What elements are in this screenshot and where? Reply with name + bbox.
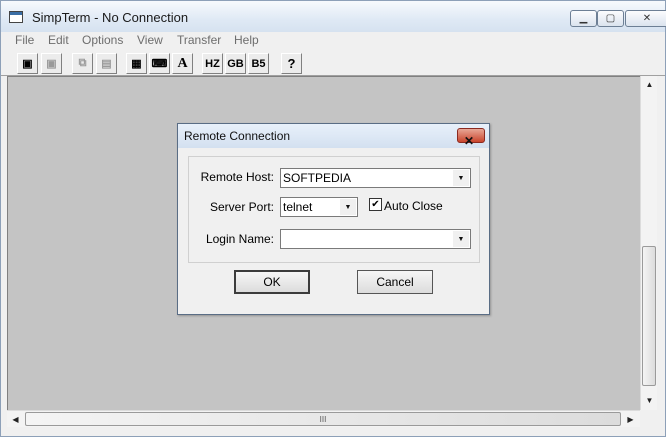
connect-button[interactable]: ▣ [17,53,38,74]
chevron-down-icon[interactable]: ▼ [453,170,469,186]
menu-edit[interactable]: Edit [48,33,69,47]
scroll-right-arrow-icon[interactable]: ▶ [622,411,639,428]
remote-host-label: Remote Host: [200,170,274,184]
chevron-down-icon[interactable]: ▼ [453,231,469,247]
scroll-down-arrow-icon[interactable]: ▼ [641,392,658,409]
keyboard-button[interactable]: ⌨ [149,53,170,74]
checkmark-icon: ✔ [371,199,380,210]
help-button[interactable]: ? [281,53,302,74]
gb-button[interactable]: GB [225,53,246,74]
menu-bar: File Edit Options View Transfer Help [1,32,665,51]
toolbar: ▣ ▣ ⧉ ▤ ▦ ⌨ A HZ GB B5 ? [1,51,665,76]
app-icon[interactable] [9,11,23,23]
server-port-combobox[interactable]: telnet ▼ [280,197,358,217]
size-grip[interactable] [640,410,657,427]
title-bar[interactable]: SimpTerm - No Connection ▁ ▢ ✕ [1,1,666,32]
close-button[interactable]: ✕ [625,10,666,27]
copy-icon: ⧉ [78,57,87,69]
hz-button[interactable]: HZ [202,53,223,74]
menu-file[interactable]: File [15,33,34,47]
login-name-combobox[interactable]: ▼ [280,229,471,249]
scroll-left-arrow-icon[interactable]: ◀ [7,411,24,428]
font-button[interactable]: A [172,53,193,74]
scroll-up-arrow-icon[interactable]: ▲ [641,76,658,93]
remote-host-combobox[interactable]: SOFTPEDIA ▼ [280,168,471,188]
menu-options[interactable]: Options [82,33,123,47]
disconnect-icon: ▣ [46,58,57,70]
maximize-icon: ▢ [605,13,616,24]
horizontal-scrollbar[interactable]: ◀ III ▶ [7,410,640,427]
server-port-label: Server Port: [209,200,274,214]
menu-view[interactable]: View [137,33,163,47]
horizontal-scroll-thumb[interactable]: III [25,412,621,426]
auto-close-label[interactable]: Auto Close [384,199,443,213]
vertical-scroll-thumb[interactable] [642,246,656,386]
copy-button[interactable]: ⧉ [72,53,93,74]
remote-connection-dialog: Remote Connection ✕ Remote Host: SOFTPED… [177,123,490,315]
close-icon: ✕ [464,134,475,148]
vertical-scrollbar[interactable]: ▲ ▼ [640,76,657,410]
ok-button[interactable]: OK [234,270,310,294]
cancel-button[interactable]: Cancel [357,270,433,294]
dialog-close-button[interactable]: ✕ [457,128,485,148]
login-name-label: Login Name: [205,232,274,246]
chevron-down-icon[interactable]: ▼ [340,199,356,215]
keyboard-icon: ⌨ [151,58,168,70]
minimize-button[interactable]: ▁ [570,10,597,27]
menu-transfer[interactable]: Transfer [177,33,221,47]
window-title: SimpTerm - No Connection [32,10,189,25]
paste-icon: ▤ [101,58,112,70]
disconnect-button[interactable]: ▣ [41,53,62,74]
paste-button[interactable]: ▤ [96,53,117,74]
menu-help[interactable]: Help [234,33,259,47]
connect-icon: ▣ [22,58,33,70]
minimize-icon: ▁ [579,13,588,24]
maximize-button[interactable]: ▢ [597,10,624,27]
scroll-grip: III [319,414,327,424]
dialog-title-bar[interactable]: Remote Connection ✕ [178,124,489,148]
auto-close-checkbox[interactable]: ✔ [369,198,382,211]
properties-button[interactable]: ▦ [126,53,147,74]
remote-host-value: SOFTPEDIA [283,171,352,185]
properties-icon: ▦ [131,58,142,70]
simpterm-window: SimpTerm - No Connection ▁ ▢ ✕ File Edit… [0,0,666,437]
server-port-value: telnet [283,200,313,214]
close-icon: ✕ [642,13,652,24]
dialog-title: Remote Connection [184,129,291,143]
b5-button[interactable]: B5 [248,53,269,74]
